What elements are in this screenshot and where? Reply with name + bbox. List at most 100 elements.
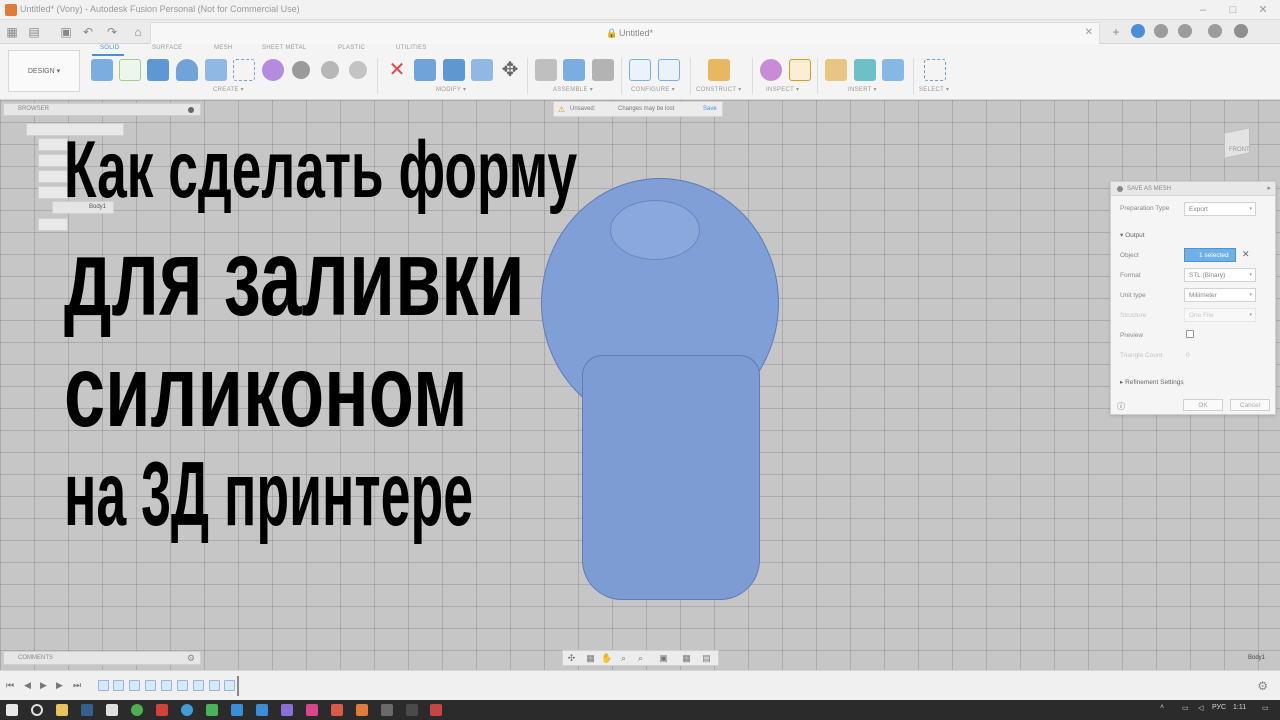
step-back-icon[interactable]: ◀ [24, 680, 31, 691]
output-section-header[interactable]: ▾ Output [1120, 231, 1145, 239]
timeline-feature[interactable] [98, 680, 109, 691]
job-status-icon[interactable] [1154, 24, 1168, 38]
network-icon[interactable]: ▭ [1182, 704, 1189, 712]
close-tab-icon[interactable]: ✕ [1085, 27, 1093, 38]
notifications-tray-icon[interactable]: ▭ [1262, 704, 1269, 712]
maximize-button[interactable]: □ [1225, 2, 1241, 18]
view-cube-face[interactable] [1224, 127, 1250, 159]
app-icon[interactable] [381, 704, 393, 716]
form-icon[interactable] [262, 59, 284, 81]
notifications-icon[interactable] [1178, 24, 1192, 38]
clear-selection-icon[interactable]: ✕ [1242, 249, 1250, 260]
create-sketch-icon[interactable] [119, 59, 141, 81]
timeline-feature[interactable] [209, 680, 220, 691]
orbit-icon[interactable]: ✣ [566, 653, 577, 664]
explorer-icon[interactable] [56, 704, 68, 716]
tab-plastic[interactable]: PLASTIC [338, 45, 365, 51]
save-icon[interactable]: ▣ [58, 24, 74, 40]
user-avatar[interactable] [1234, 24, 1248, 38]
timeline-feature[interactable] [177, 680, 188, 691]
step-forward-icon[interactable]: ▶ [56, 680, 63, 691]
preview-checkbox[interactable] [1186, 330, 1194, 338]
format-select[interactable]: STL (Binary) ▾ [1184, 268, 1256, 282]
new-tab-icon[interactable]: + [1108, 24, 1124, 40]
go-to-start-icon[interactable]: ⏮ [6, 680, 14, 691]
configure-table-icon[interactable] [629, 59, 651, 81]
redo-icon[interactable]: ↷ [104, 24, 120, 40]
app-icon[interactable] [281, 704, 293, 716]
group-insert[interactable]: INSERT ▾ [848, 86, 877, 93]
group-create[interactable]: CREATE ▾ [213, 86, 244, 93]
steam-icon[interactable] [81, 704, 93, 716]
start-icon[interactable] [6, 704, 18, 716]
tab-mesh[interactable]: MESH [214, 45, 233, 51]
fit-icon[interactable]: ⌕ [635, 653, 646, 664]
go-to-end-icon[interactable]: ⏭ [73, 680, 81, 691]
keyboard-language[interactable]: РУС [1212, 704, 1226, 711]
cancel-button[interactable]: Cancel [1230, 399, 1270, 411]
insert-mesh-icon[interactable] [854, 59, 876, 81]
browser-panel[interactable]: BROWSER [3, 103, 201, 116]
app-icon[interactable] [406, 704, 418, 716]
clock[interactable]: 1:11 [1233, 704, 1246, 711]
dialog-expand-icon[interactable]: ▸ [1267, 184, 1271, 192]
preparation-type-select[interactable]: Export ▾ [1184, 202, 1256, 216]
timeline-feature[interactable] [193, 680, 204, 691]
tab-solid[interactable]: SOLID [100, 45, 120, 51]
undo-icon[interactable]: ↶ [80, 24, 96, 40]
fillet-icon[interactable] [443, 59, 465, 81]
extrude-icon[interactable] [147, 59, 169, 81]
document-tab[interactable]: 🔒 Untitled* ✕ [150, 22, 1100, 44]
thread-icon[interactable] [321, 61, 339, 79]
object-selection-button[interactable]: 1 selected [1184, 248, 1236, 262]
loft-icon[interactable] [233, 59, 255, 81]
app-icon[interactable] [106, 704, 118, 716]
timeline-feature[interactable] [224, 680, 235, 691]
search-icon[interactable] [31, 704, 43, 716]
extensions-icon[interactable] [1131, 24, 1145, 38]
tab-surface[interactable]: SURFACE [152, 45, 182, 51]
tab-sheet-metal[interactable]: SHEET METAL [262, 45, 306, 51]
insert-image-icon[interactable] [882, 59, 904, 81]
shell-icon[interactable] [471, 59, 493, 81]
joint-icon[interactable] [535, 59, 557, 81]
app-icon[interactable] [231, 704, 243, 716]
home-icon[interactable]: ⌂ [130, 24, 146, 40]
browser-app-icon[interactable] [181, 704, 193, 716]
tab-utilities[interactable]: UTILITIES [396, 45, 427, 51]
vivaldi-icon[interactable] [156, 704, 168, 716]
gear-tool-icon[interactable] [292, 61, 310, 79]
zoom-icon[interactable]: ⌕ [618, 653, 629, 664]
file-menu-icon[interactable]: ▤ [26, 24, 42, 40]
delete-icon[interactable]: ✕ [386, 59, 408, 81]
chrome-icon[interactable] [131, 704, 143, 716]
model-neck[interactable] [610, 200, 700, 260]
coil-icon[interactable] [349, 61, 367, 79]
group-assemble[interactable]: ASSEMBLE ▾ [553, 86, 593, 93]
inspect-icon[interactable] [760, 59, 782, 81]
measure-icon[interactable] [789, 59, 811, 81]
app-icon[interactable] [430, 704, 442, 716]
look-at-icon[interactable]: ▦ [585, 653, 596, 664]
dialog-help-icon[interactable]: ⓘ [1117, 401, 1125, 412]
press-pull-icon[interactable] [414, 59, 436, 81]
data-panel-icon[interactable]: ▦ [4, 24, 20, 40]
as-built-joint-icon[interactable] [592, 59, 614, 81]
group-modify[interactable]: MODIFY ▾ [436, 86, 466, 93]
offset-plane-icon[interactable] [708, 59, 730, 81]
comments-panel[interactable]: COMMENTS ⚙ [3, 651, 201, 665]
browser-pin-icon[interactable] [188, 107, 194, 113]
timeline-feature[interactable] [161, 680, 172, 691]
group-construct[interactable]: CONSTRUCT ▾ [696, 86, 742, 93]
insert-derive-icon[interactable] [825, 59, 847, 81]
group-select[interactable]: SELECT ▾ [919, 86, 949, 93]
volume-icon[interactable]: ◁ [1198, 704, 1203, 712]
viewports-icon[interactable]: ▤ [701, 653, 712, 664]
fusion-taskbar-icon[interactable] [356, 704, 368, 716]
play-icon[interactable]: ▶ [40, 680, 47, 691]
app-icon[interactable] [256, 704, 268, 716]
timeline-feature[interactable] [113, 680, 124, 691]
group-configure[interactable]: CONFIGURE ▾ [631, 86, 675, 93]
timeline-marker[interactable] [237, 676, 239, 696]
timeline-feature[interactable] [145, 680, 156, 691]
